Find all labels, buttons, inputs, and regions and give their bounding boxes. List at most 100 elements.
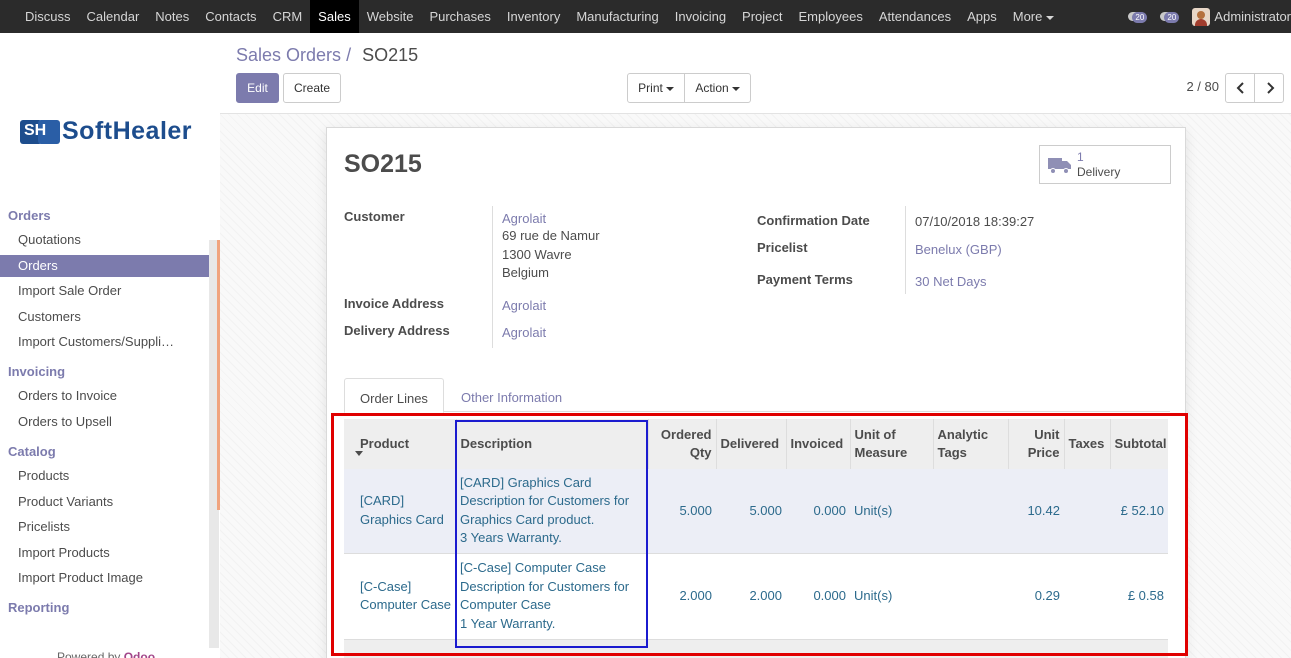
table-header-row: Product Description Ordered Qty Delivere…	[344, 419, 1168, 469]
edit-button[interactable]: Edit	[236, 73, 279, 103]
app-menu-apps[interactable]: Apps	[959, 0, 1005, 33]
sort-caret-icon	[355, 451, 363, 456]
sidebar-item-pricelists[interactable]: Pricelists	[0, 516, 209, 538]
delivery-label: Delivery	[1077, 165, 1121, 179]
sidebar-section-reporting[interactable]: Reporting	[8, 600, 69, 615]
pricelist-link[interactable]: Benelux (GBP)	[915, 242, 1002, 257]
app-menu-employees[interactable]: Employees	[791, 0, 871, 33]
app-menu-attendances[interactable]: Attendances	[871, 0, 959, 33]
cell-description: [CARD] Graphics Card Description for Cust…	[456, 469, 648, 553]
invoice-address-label: Invoice Address	[344, 296, 444, 311]
company-logo: SH SoftHealer	[20, 117, 192, 146]
app-menu-manufacturing[interactable]: Manufacturing	[568, 0, 666, 33]
column-header-unit-price[interactable]: Unit Price	[1007, 419, 1064, 469]
sidebar-item-import-sale-order[interactable]: Import Sale Order	[0, 280, 209, 302]
sidebar-item-orders-to-upsell[interactable]: Orders to Upsell	[0, 411, 209, 433]
cell-taxes	[1064, 552, 1110, 639]
activity-icon[interactable]: 20	[1128, 9, 1150, 25]
app-menu-sales[interactable]: Sales	[310, 0, 359, 33]
sidebar-section-catalog[interactable]: Catalog	[8, 444, 56, 459]
column-header-product[interactable]: Product	[344, 419, 456, 469]
sidebar-item-products[interactable]: Products	[0, 465, 209, 487]
sidebar-scrollbar[interactable]	[209, 240, 220, 648]
form-view-background: SO215 1 Delivery Customer Agrolait 69 ru…	[220, 114, 1291, 658]
cell-uom: Unit(s)	[850, 469, 933, 553]
cell-analytic-tags	[933, 469, 1008, 553]
app-menu-purchases[interactable]: Purchases	[421, 0, 498, 33]
notebook-tabs: Order Lines Other Information	[344, 378, 1170, 413]
app-menu-website[interactable]: Website	[359, 0, 422, 33]
app-menu-crm[interactable]: CRM	[265, 0, 311, 33]
column-header-taxes[interactable]: Taxes	[1063, 419, 1110, 469]
confirmation-date-label: Confirmation Date	[757, 213, 870, 228]
table-row[interactable]: [CARD] Graphics Card [CARD] Graphics Card…	[344, 469, 1168, 553]
app-menu-inventory[interactable]: Inventory	[499, 0, 568, 33]
delivery-address-label: Delivery Address	[344, 323, 450, 338]
caret-down-icon	[1046, 15, 1055, 20]
column-header-subtotal[interactable]: Subtotal	[1109, 419, 1168, 469]
print-button[interactable]: Print	[627, 73, 685, 103]
sidebar-item-quotations[interactable]: Quotations	[0, 229, 209, 251]
column-header-analytic-tags[interactable]: Analytic Tags	[932, 419, 1008, 469]
sidebar-item-import-products[interactable]: Import Products	[0, 542, 209, 564]
cell-invoiced: 0.000	[786, 552, 850, 639]
delivery-count: 1	[1077, 150, 1084, 164]
delivery-smart-button[interactable]: 1 Delivery	[1039, 145, 1171, 184]
sidebar-item-import-product-image[interactable]: Import Product Image	[0, 567, 209, 589]
order-title: SO215	[344, 150, 422, 178]
cell-unit-price: 0.29	[1008, 552, 1064, 639]
payment-terms-link[interactable]: 30 Net Days	[915, 274, 987, 289]
top-navbar: Discuss Calendar Notes Contacts CRM Sales Webs…	[0, 0, 1291, 33]
user-menu[interactable]: Administrator	[1214, 9, 1291, 24]
delivery-address-link[interactable]: Agrolait	[502, 325, 546, 340]
pager-previous-button[interactable]	[1225, 73, 1255, 103]
cell-subtotal: £ 0.58	[1110, 552, 1168, 639]
app-menu: Discuss Calendar Notes Contacts CRM Sales Webs…	[17, 0, 1062, 33]
sidebar: SH SoftHealer Orders Quotations Orders Impo…	[0, 33, 220, 658]
app-menu-contacts[interactable]: Contacts	[197, 0, 264, 33]
systray: 20 20 Administrator	[1128, 0, 1291, 33]
column-header-delivered[interactable]: Delivered	[715, 419, 786, 469]
cell-delivered: 5.000	[716, 469, 786, 553]
pager-next-button[interactable]	[1254, 73, 1284, 103]
cell-uom: Unit(s)	[850, 552, 933, 639]
column-header-uom[interactable]: Unit of Measure	[849, 419, 933, 469]
sidebar-section-invoicing[interactable]: Invoicing	[8, 364, 65, 379]
invoice-address-link[interactable]: Agrolait	[502, 298, 546, 313]
messaging-icon[interactable]: 20	[1160, 9, 1182, 25]
tab-other-information[interactable]: Other Information	[446, 378, 577, 412]
app-menu-project[interactable]: Project	[734, 0, 790, 33]
breadcrumb-sales-orders[interactable]: Sales Orders	[236, 45, 341, 65]
sidebar-item-product-variants[interactable]: Product Variants	[0, 491, 209, 513]
column-header-invoiced[interactable]: Invoiced	[785, 419, 850, 469]
payment-terms-label: Payment Terms	[757, 272, 853, 287]
sidebar-item-import-customers-suppli[interactable]: Import Customers/Suppli…	[0, 331, 209, 353]
app-menu-calendar[interactable]: Calendar	[79, 0, 148, 33]
field-divider	[492, 206, 493, 348]
app-menu-more[interactable]: More	[1005, 0, 1063, 33]
cell-analytic-tags	[933, 552, 1008, 639]
action-button[interactable]: Action	[684, 73, 751, 103]
column-header-description[interactable]: Description	[455, 419, 648, 469]
customer-link[interactable]: Agrolait	[502, 211, 546, 226]
control-panel: Sales Orders / SO215 Edit Create Print A…	[220, 33, 1291, 114]
app-menu-invoicing[interactable]: Invoicing	[667, 0, 734, 33]
sidebar-section-orders[interactable]: Orders	[8, 208, 51, 223]
cell-invoiced: 0.000	[786, 469, 850, 553]
customer-label: Customer	[344, 209, 405, 224]
app-menu-notes[interactable]: Notes	[147, 0, 197, 33]
table-row[interactable]: [C-Case] Computer Case [C-Case] Computer …	[344, 552, 1168, 639]
form-sheet: SO215 1 Delivery Customer Agrolait 69 ru…	[326, 127, 1186, 658]
order-lines-table: Product Description Ordered Qty Delivere…	[344, 419, 1168, 658]
chevron-left-icon	[1236, 82, 1244, 94]
column-header-ordered-qty[interactable]: Ordered Qty	[647, 419, 716, 469]
app-menu-discuss[interactable]: Discuss	[17, 0, 79, 33]
breadcrumb-separator: /	[346, 45, 352, 65]
create-button[interactable]: Create	[283, 73, 341, 103]
user-avatar[interactable]	[1192, 7, 1211, 26]
sidebar-item-orders-to-invoice[interactable]: Orders to Invoice	[0, 385, 209, 407]
pager-value[interactable]: 2 / 80	[1186, 79, 1219, 94]
sidebar-item-customers[interactable]: Customers	[0, 306, 209, 328]
tab-order-lines[interactable]: Order Lines	[344, 378, 444, 413]
sidebar-item-orders[interactable]: Orders	[0, 254, 209, 277]
